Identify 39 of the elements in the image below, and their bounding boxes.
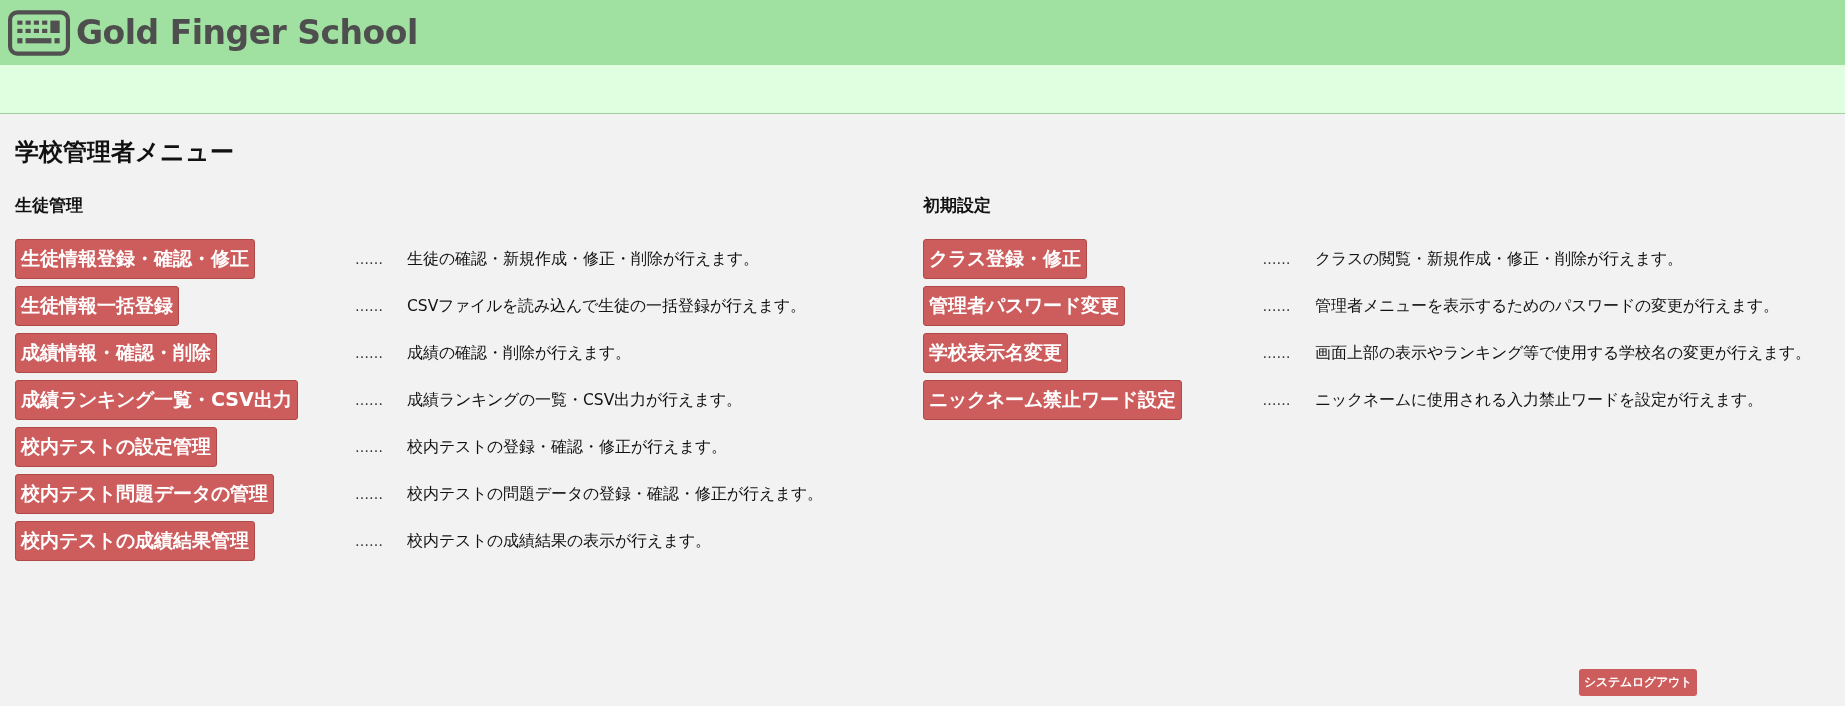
menu-button[interactable]: 校内テスト問題データの管理 — [15, 474, 274, 514]
menu-button[interactable]: 校内テストの設定管理 — [15, 427, 217, 467]
logo-text: Gold Finger School — [76, 13, 418, 52]
menu-description: 生徒の確認・新規作成・修正・削除が行えます。 — [407, 248, 760, 270]
section-heading: 生徒管理 — [15, 194, 84, 217]
menu-description: 画面上部の表示やランキング等で使用する学校名の変更が行えます。 — [1314, 342, 1811, 364]
separator-dots: …… — [1262, 392, 1292, 408]
menu-button[interactable]: 成績ランキング一覧・CSV出力 — [15, 380, 298, 420]
keyboard-icon — [8, 9, 70, 56]
logout-button[interactable]: システムログアウト — [1579, 669, 1697, 696]
separator-dots: …… — [355, 486, 384, 502]
menu-button[interactable]: 成績情報・確認・削除 — [15, 333, 217, 373]
menu-description: 管理者メニューを表示するためのパスワードの変更が行えます。 — [1314, 295, 1780, 317]
separator-dots: …… — [355, 439, 384, 455]
separator-dots: …… — [1262, 298, 1292, 314]
menu-button[interactable]: 生徒情報登録・確認・修正 — [15, 239, 255, 279]
separator-dots: …… — [355, 392, 384, 408]
menu-description: 成績ランキングの一覧・CSV出力が行えます。 — [407, 389, 744, 411]
menu-button[interactable]: クラス登録・修正 — [922, 239, 1087, 279]
menu-description: 成績の確認・削除が行えます。 — [407, 342, 632, 364]
menu-button[interactable]: 生徒情報一括登録 — [15, 286, 179, 326]
separator-dots: …… — [1262, 345, 1292, 361]
menu-description: ニックネームに使用される入力禁止ワードを設定が行えます。 — [1314, 389, 1764, 411]
section-heading: 初期設定 — [922, 194, 992, 217]
menu-button[interactable]: 学校表示名変更 — [922, 333, 1068, 373]
separator-dots: …… — [1262, 251, 1292, 267]
menu-description: 校内テストの成績結果の表示が行えます。 — [407, 530, 712, 552]
page-title: 学校管理者メニュー — [15, 137, 235, 168]
separator-dots: …… — [355, 298, 384, 314]
menu-description: 校内テストの問題データの登録・確認・修正が行えます。 — [407, 483, 823, 505]
separator-dots: …… — [355, 345, 384, 361]
menu-button[interactable]: 校内テストの成績結果管理 — [15, 521, 255, 561]
separator-dots: …… — [355, 251, 384, 267]
menu-button[interactable]: ニックネーム禁止ワード設定 — [922, 380, 1182, 420]
separator-dots: …… — [355, 533, 384, 549]
menu-description: クラスの閲覧・新規作成・修正・削除が行えます。 — [1314, 248, 1684, 270]
menu-button[interactable]: 管理者パスワード変更 — [922, 286, 1125, 326]
menu-description: CSVファイルを読み込んで生徒の一括登録が行えます。 — [407, 295, 808, 317]
menu-description: 校内テストの登録・確認・修正が行えます。 — [407, 436, 728, 458]
